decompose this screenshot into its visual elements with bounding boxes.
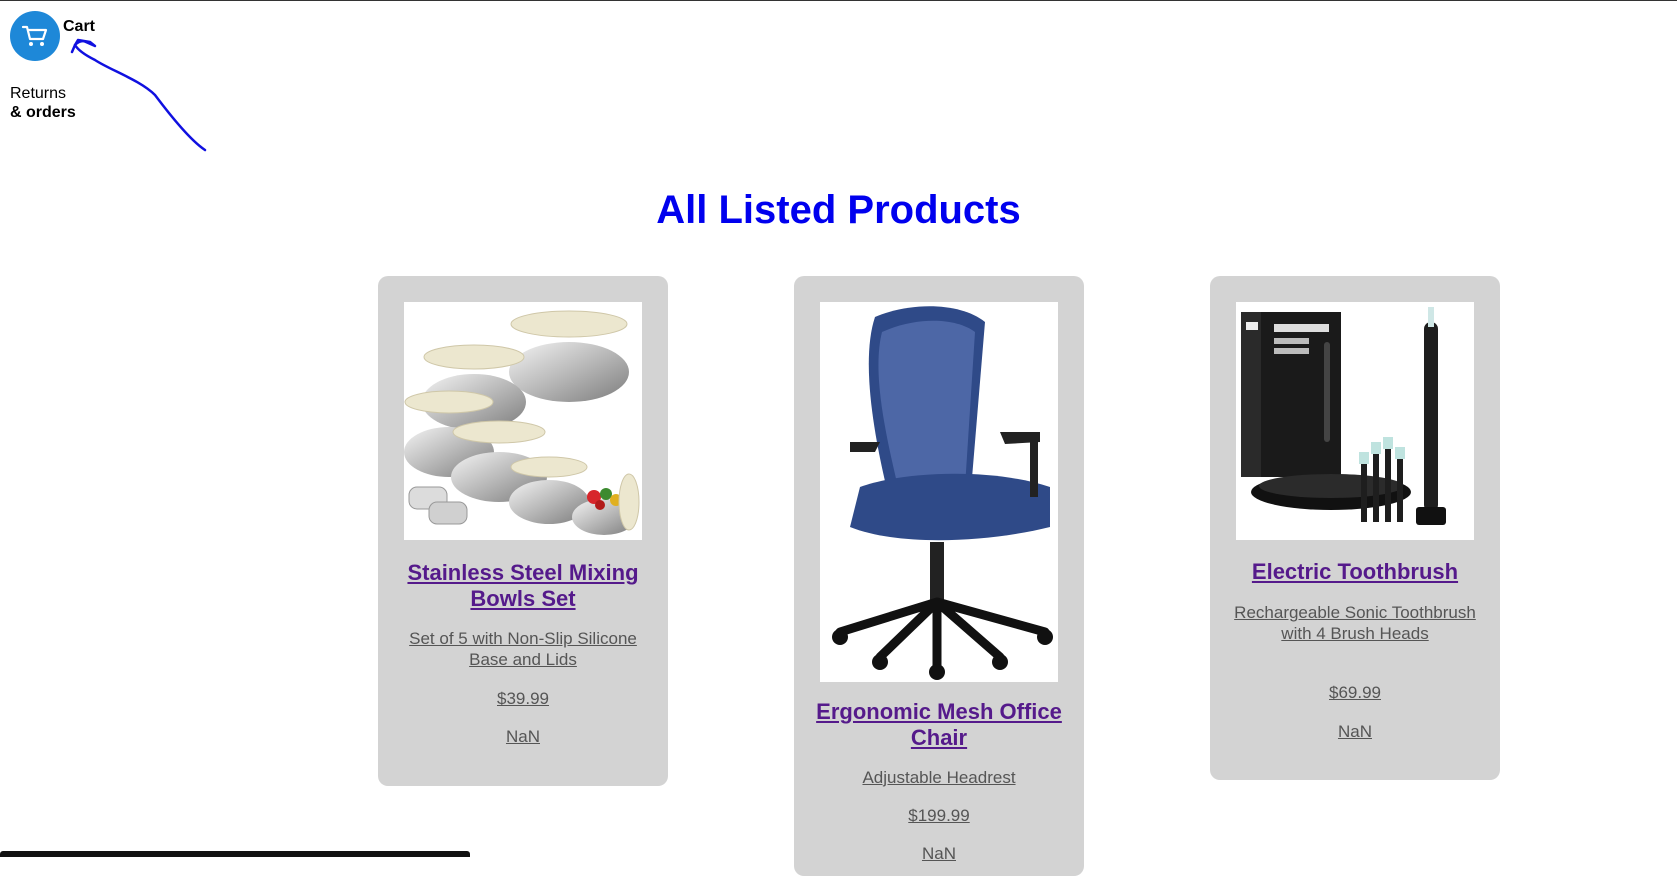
product-rating-link[interactable]: NaN [1230, 721, 1480, 742]
product-card: Ergonomic Mesh Office Chair Adjustable H… [794, 276, 1084, 876]
bottom-scrollbar[interactable] [0, 851, 470, 857]
cart-icon [21, 25, 48, 46]
product-description-link[interactable]: Rechargeable Sonic Toothbrush with 4 Bru… [1230, 602, 1480, 644]
product-title-link[interactable]: Stainless Steel Mixing Bowls Set [388, 560, 658, 612]
office-chair-image[interactable] [820, 302, 1058, 682]
toothbrush-image[interactable] [1236, 302, 1474, 540]
page-title: All Listed Products [656, 188, 1021, 232]
mixing-bowls-image[interactable] [404, 302, 642, 540]
header: Cart Returns & orders [0, 0, 1677, 170]
product-description-link[interactable]: Set of 5 with Non-Slip Silicone Base and… [398, 628, 648, 670]
product-description-link[interactable]: Adjustable Headrest [814, 767, 1064, 788]
product-title-link[interactable]: Electric Toothbrush [1220, 559, 1490, 585]
product-price-link[interactable]: $69.99 [1230, 682, 1480, 703]
product-card: Stainless Steel Mixing Bowls Set Set of … [378, 276, 668, 786]
product-rating-link[interactable]: NaN [398, 726, 648, 747]
pen-annotation-arrow [70, 38, 207, 152]
product-price-link[interactable]: $39.99 [398, 688, 648, 709]
product-rating-link[interactable]: NaN [814, 843, 1064, 864]
product-title-link[interactable]: Ergonomic Mesh Office Chair [804, 699, 1074, 751]
product-card: Electric Toothbrush Rechargeable Sonic T… [1210, 276, 1500, 780]
product-price-link[interactable]: $199.99 [814, 805, 1064, 826]
cart-button[interactable] [10, 11, 60, 61]
